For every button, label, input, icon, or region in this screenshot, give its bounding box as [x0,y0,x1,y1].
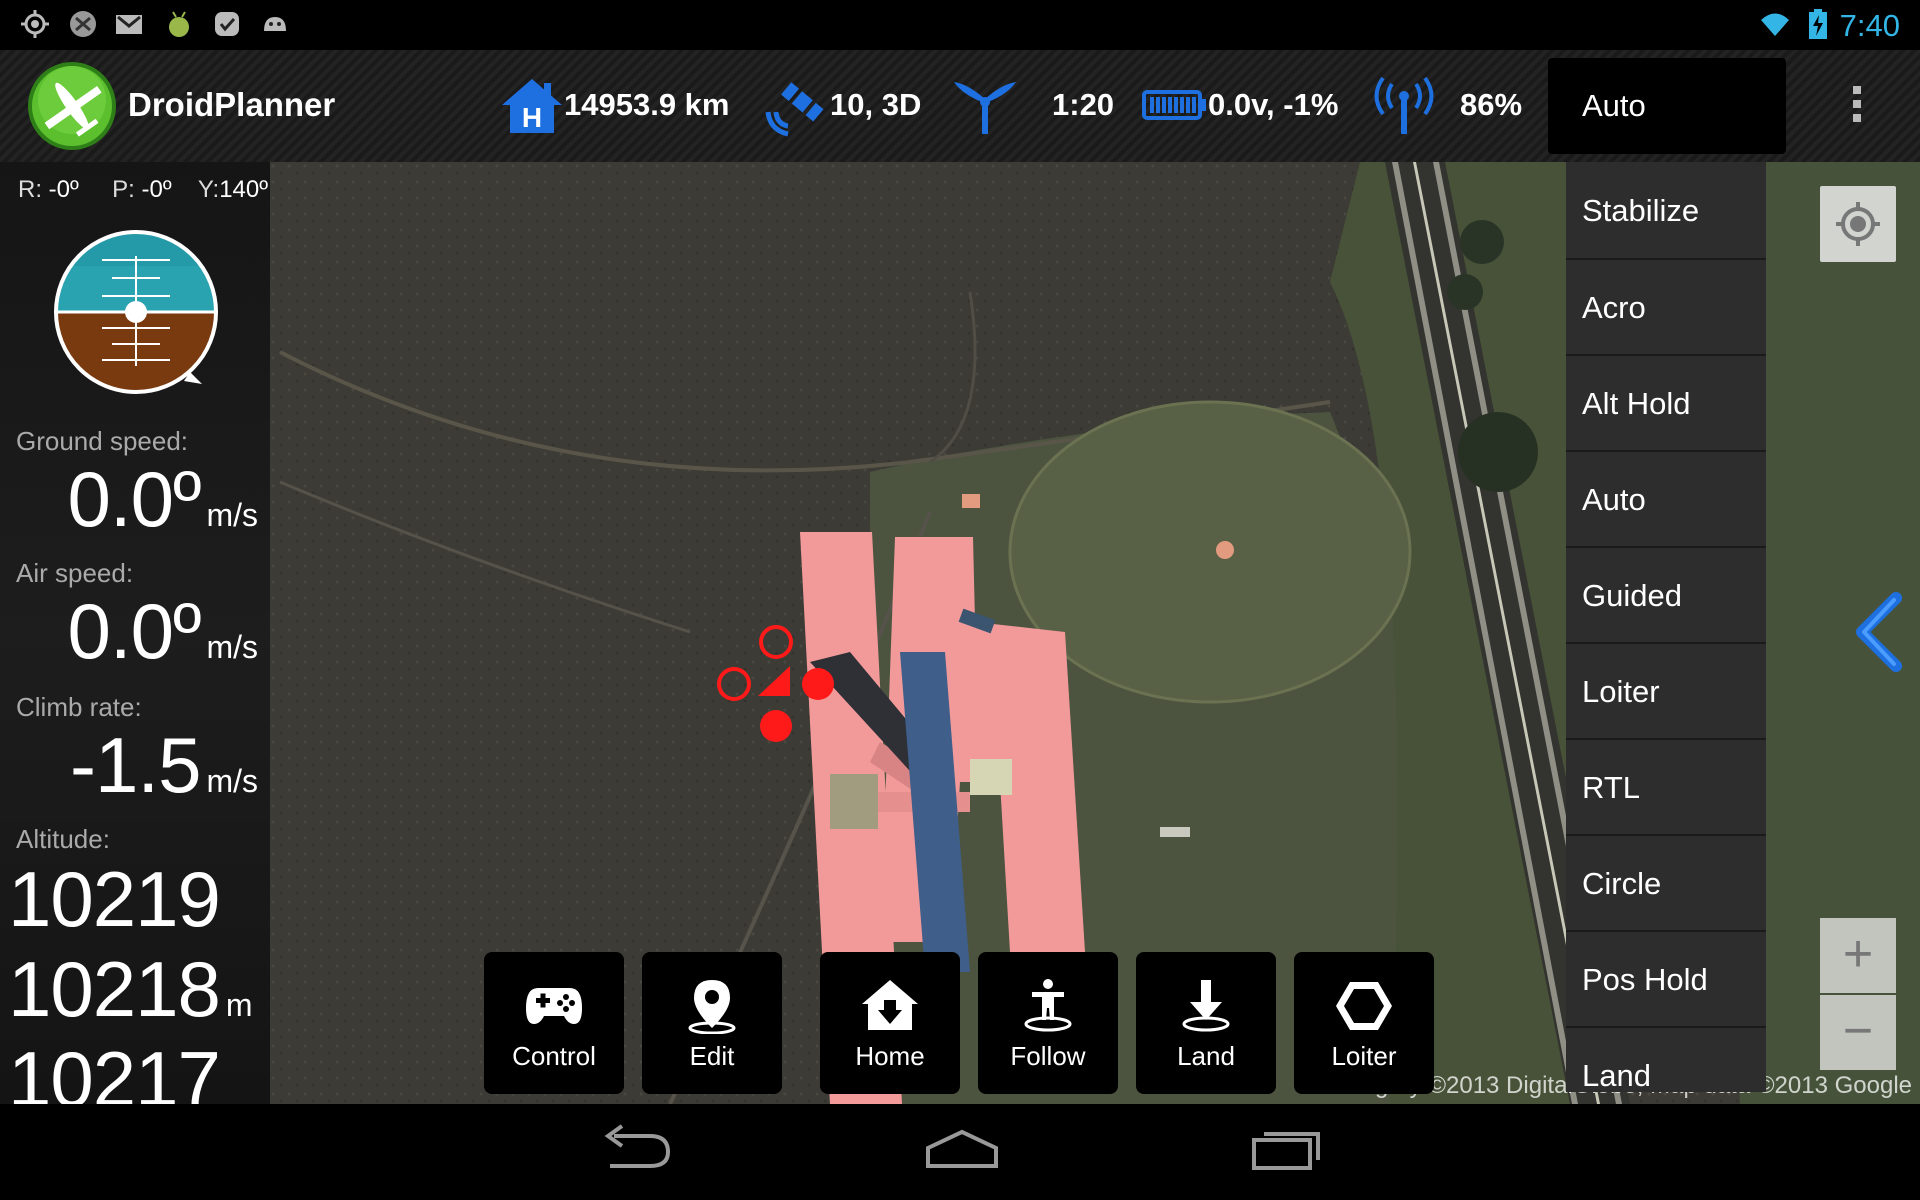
flight-time-value: 1:20 [1052,87,1115,122]
gps-icon [21,10,49,38]
air-speed-value: 0.0º [67,587,202,675]
signal-antenna-icon [1374,76,1434,134]
app-title: DroidPlanner [128,86,336,123]
ground-speed-label: Ground speed: [16,426,189,456]
artificial-horizon-icon [54,230,218,394]
android-icon [264,17,286,31]
svg-text:H: H [522,102,542,133]
loiter-label: Loiter [1331,1041,1397,1071]
attitude-readout: R: -0º P: -0º Y:140º [18,176,268,204]
climb-rate-label: Climb rate: [16,692,142,722]
flight-mode-dropdown: Stabilize Acro Alt Hold Auto Guided Loit… [1566,162,1766,1092]
action-bar: DroidPlanner H 14953.9 km 10, 3D 1:20 0.… [0,50,1920,162]
wifi-icon [1761,13,1789,36]
gmail-icon [116,15,142,34]
altitude-readout: 10218 m [8,944,253,1035]
loiter-button[interactable]: Loiter [1294,952,1434,1094]
map-pin-icon [688,980,736,1034]
edit-button[interactable]: Edit [642,952,782,1094]
battery-status: 0.0v, -1% [1142,70,1338,140]
climb-rate-unit: m/s [206,763,258,799]
ground-speed-unit: m/s [206,497,258,533]
home-distance: H 14953.9 km [500,70,729,140]
mode-option-circle[interactable]: Circle [1566,836,1766,932]
pitch-label: P: [112,176,135,203]
overflow-menu-icon[interactable] [1842,80,1872,136]
flight-mode-selected: Auto [1582,88,1646,123]
mode-option-acro[interactable]: Acro [1566,260,1766,356]
altitude-label: Altitude: [16,824,110,854]
signal-status: 86% [1370,70,1522,140]
roll-label: R: [18,176,42,203]
gamepad-icon [526,988,582,1024]
altitude-unit: m [225,987,253,1023]
mode-option-guided[interactable]: Guided [1566,548,1766,644]
android-debug-icon [169,11,189,37]
mode-option-land[interactable]: Land [1566,1028,1766,1092]
air-speed-unit: m/s [206,629,258,665]
ground-speed-readout: 0.0º m/s [68,454,258,545]
land-label: Land [1177,1041,1235,1071]
mode-option-rtl[interactable]: RTL [1566,740,1766,836]
yaw-label: Y: [197,176,220,203]
battery-charging-icon [1809,9,1827,39]
ground-speed-value: 0.0º [67,455,202,543]
tasks-icon [215,12,239,36]
propeller-icon [954,82,1016,134]
follow-label: Follow [1010,1041,1086,1071]
back-icon[interactable] [600,1124,674,1174]
yaw-value: 140º [219,176,269,203]
control-button[interactable]: Control [484,952,624,1094]
status-bar: 7:40 [0,0,1920,50]
air-speed-readout: 0.0º m/s [68,586,258,677]
home-distance-value: 14953.9 km [564,87,730,122]
edit-label: Edit [689,1041,735,1071]
app-icon [70,11,96,37]
battery-value: 0.0v, -1% [1208,87,1339,122]
flight-mode-select[interactable]: Auto [1548,58,1786,154]
recent-apps-icon[interactable] [1250,1124,1326,1174]
mode-option-auto[interactable]: Auto [1566,452,1766,548]
altitude-below-value: 10217 [8,1035,221,1104]
land-button[interactable]: Land [1136,952,1276,1094]
hexagon-icon [1336,982,1392,1030]
altitude-value: 10218 [8,945,221,1033]
home-nav-icon[interactable] [922,1124,1002,1174]
my-location-button[interactable] [1820,186,1896,262]
chevron-left-icon[interactable] [1850,592,1904,672]
satellite-icon [765,82,824,137]
home-label: Home [855,1041,925,1071]
follow-button[interactable]: Follow [978,952,1118,1094]
climb-rate-readout: -1.5 m/s [70,720,258,811]
air-speed-label: Air speed: [16,558,134,588]
gps-status: 10, 3D [762,70,921,140]
home-icon: H [502,79,562,133]
zoom-in-button[interactable]: + [1820,918,1896,993]
zoom-out-button[interactable]: − [1820,995,1896,1070]
roll-value: -0º [48,176,79,203]
pitch-value: -0º [141,176,172,203]
telemetry-panel: R: -0º P: -0º Y:140º Ground speed: 0.0º … [0,162,270,1104]
gps-value: 10, 3D [830,87,922,122]
land-arrow-icon [1182,980,1230,1032]
mode-option-alt-hold[interactable]: Alt Hold [1566,356,1766,452]
mode-option-loiter[interactable]: Loiter [1566,644,1766,740]
system-nav-bar [0,1104,1920,1200]
follow-person-icon [1024,979,1072,1032]
mode-option-pos-hold[interactable]: Pos Hold [1566,932,1766,1028]
control-label: Control [512,1041,596,1071]
flight-time: 1:20 [952,70,1114,140]
climb-rate-value: -1.5 [70,721,201,809]
mode-option-stabilize[interactable]: Stabilize [1566,162,1766,260]
home-button[interactable]: Home [820,952,960,1094]
zoom-controls: + − [1820,918,1896,1070]
signal-value: 86% [1460,87,1523,122]
battery-icon [1142,90,1206,120]
clock: 7:40 [1839,8,1900,43]
altitude-above-value: 10219 [8,855,221,943]
crosshair-icon [1836,202,1880,246]
app-logo-icon[interactable] [26,60,118,152]
return-home-icon [862,980,918,1030]
